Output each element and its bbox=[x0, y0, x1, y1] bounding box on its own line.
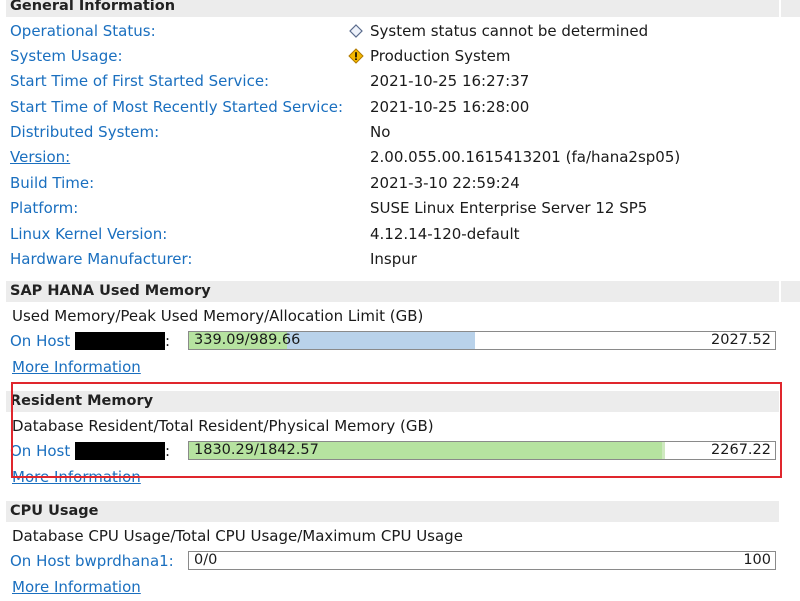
cpu-host-label[interactable]: On Host bwprdhana1: bbox=[10, 550, 174, 572]
used-memory-host-label[interactable]: On Host bbox=[10, 330, 70, 352]
used-memory-subtitle: Used Memory/Peak Used Memory/Allocation … bbox=[12, 307, 424, 325]
used-memory-value: 339.09/989.66 bbox=[194, 332, 301, 348]
general-row-value: Inspur bbox=[370, 250, 417, 268]
general-row-value: SUSE Linux Enterprise Server 12 SP5 bbox=[370, 199, 648, 217]
used-memory-more-information-link[interactable]: More Information bbox=[12, 356, 141, 378]
general-row-label: Platform: bbox=[10, 199, 79, 217]
cpu-usage-subtitle: Database CPU Usage/Total CPU Usage/Maxim… bbox=[12, 527, 463, 545]
general-information-header: General Information bbox=[6, 0, 779, 17]
cpu-max-value: 100 bbox=[743, 552, 771, 568]
right-panel-header-fragment bbox=[781, 281, 800, 302]
general-row-label: Operational Status: bbox=[10, 22, 156, 40]
general-row-value: 2021-3-10 22:59:24 bbox=[370, 174, 520, 192]
general-row-label: Start Time of Most Recently Started Serv… bbox=[10, 98, 344, 116]
cpu-usage-bar: 0/0 100 bbox=[188, 551, 776, 570]
general-row-label[interactable]: Version: bbox=[10, 146, 70, 168]
general-row-label: System Usage: bbox=[10, 47, 123, 65]
general-row-label: Start Time of First Started Service: bbox=[10, 72, 270, 90]
diamond-icon bbox=[348, 23, 364, 39]
redacted-hostname bbox=[75, 332, 165, 350]
highlight-box bbox=[11, 382, 782, 478]
general-row-label: Hardware Manufacturer: bbox=[10, 250, 193, 268]
cpu-usage-value: 0/0 bbox=[194, 552, 218, 568]
used-memory-colon: : bbox=[165, 332, 171, 350]
general-row-value: 2.00.055.00.1615413201 (fa/hana2sp05) bbox=[370, 148, 681, 166]
used-memory-bar: 339.09/989.66 2027.52 bbox=[188, 331, 776, 350]
allocation-limit-value: 2027.52 bbox=[711, 332, 771, 348]
general-row-value: 4.12.14-120-default bbox=[370, 225, 520, 243]
warning-icon bbox=[348, 48, 364, 64]
general-row-value: Production System bbox=[370, 47, 511, 65]
general-row-label: Distributed System: bbox=[10, 123, 160, 141]
cpu-usage-header: CPU Usage bbox=[6, 501, 779, 522]
used-memory-header: SAP HANA Used Memory bbox=[6, 281, 779, 302]
general-row-value: 2021-10-25 16:28:00 bbox=[370, 98, 530, 116]
cpu-more-information-link[interactable]: More Information bbox=[12, 576, 141, 598]
general-row-label: Linux Kernel Version: bbox=[10, 225, 168, 243]
general-row-value: 2021-10-25 16:27:37 bbox=[370, 72, 530, 90]
general-row-value: System status cannot be determined bbox=[370, 22, 649, 40]
right-panel-header-fragment bbox=[781, 0, 800, 17]
general-row-label: Build Time: bbox=[10, 174, 95, 192]
general-row-value: No bbox=[370, 123, 391, 141]
